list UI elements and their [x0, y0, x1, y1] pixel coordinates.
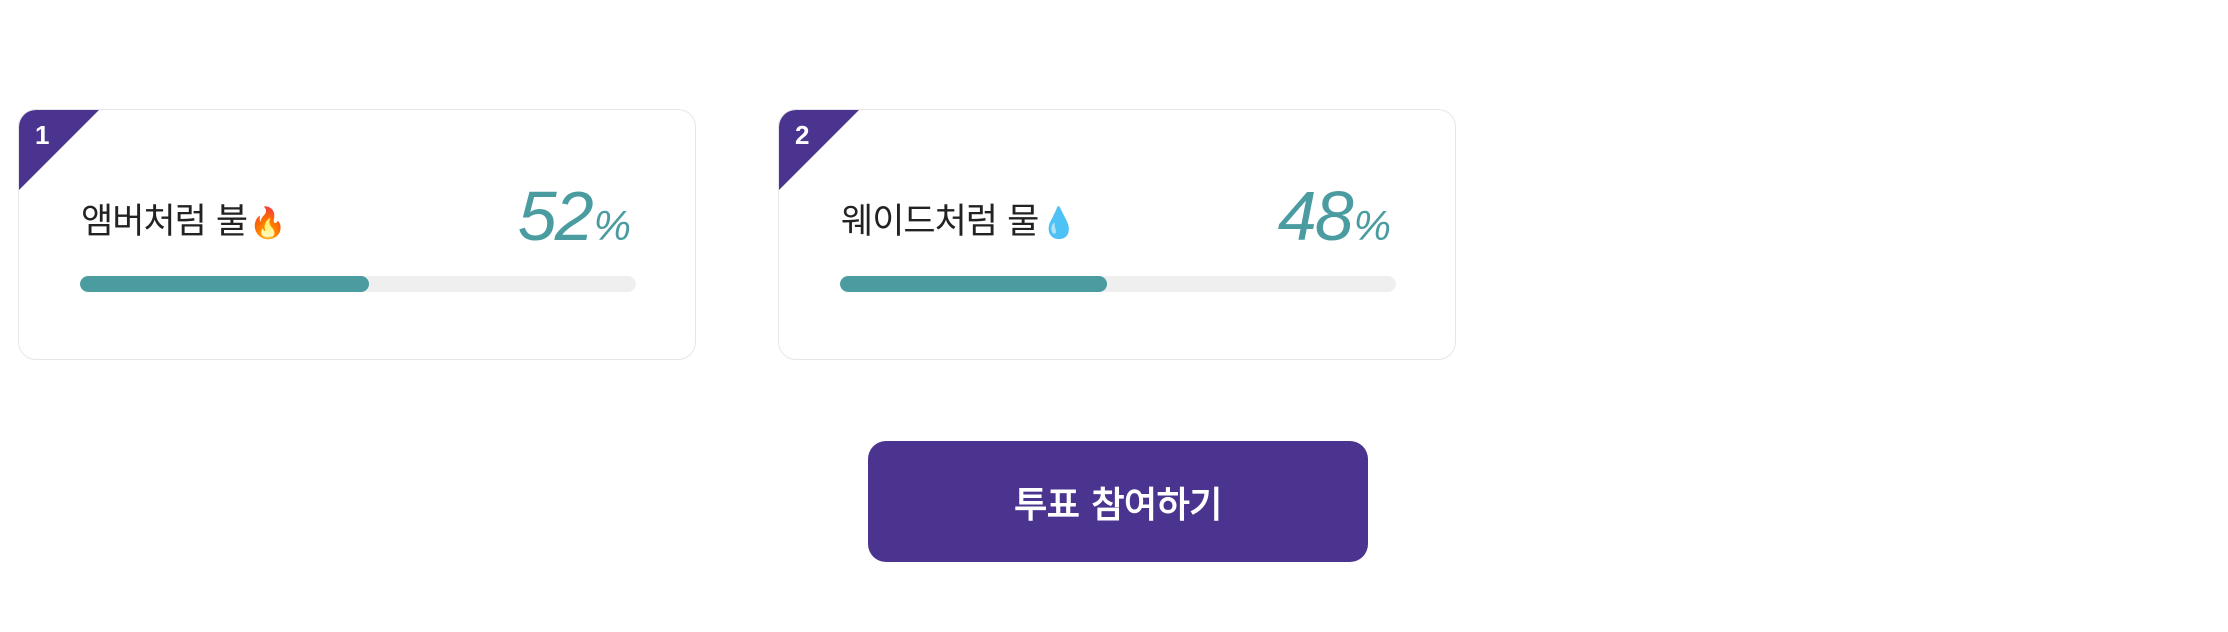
- option-label-text: 앰버처럼 불: [81, 202, 248, 242]
- rank-number: 1: [35, 120, 50, 150]
- percentage-value: 52: [517, 177, 594, 255]
- vote-button[interactable]: 투표 참여하기: [868, 441, 1368, 562]
- rank-badge: [779, 110, 859, 190]
- water-drop-icon: 💧: [1040, 206, 1077, 241]
- progress-fill: [840, 276, 1107, 292]
- percentage: 48%: [1278, 176, 1391, 256]
- option-label: 앰버처럼 불🔥: [81, 193, 287, 244]
- poll-option-card[interactable]: 2 웨이드처럼 물💧 48%: [778, 109, 1456, 360]
- progress-track: [80, 276, 636, 292]
- progress-fill: [80, 276, 370, 292]
- rank-number: 2: [795, 120, 810, 150]
- percentage-unit: %: [593, 202, 631, 249]
- progress-track: [840, 276, 1396, 292]
- percentage-unit: %: [1353, 202, 1391, 249]
- poll-option-card[interactable]: 1 앰버처럼 불🔥 52%: [18, 109, 696, 360]
- option-label: 웨이드처럼 물💧: [841, 193, 1078, 244]
- percentage-value: 48: [1277, 177, 1354, 255]
- percentage: 52%: [518, 176, 631, 256]
- rank-badge: [19, 110, 99, 190]
- fire-icon: 🔥: [249, 206, 286, 241]
- option-label-text: 웨이드처럼 물: [841, 202, 1039, 242]
